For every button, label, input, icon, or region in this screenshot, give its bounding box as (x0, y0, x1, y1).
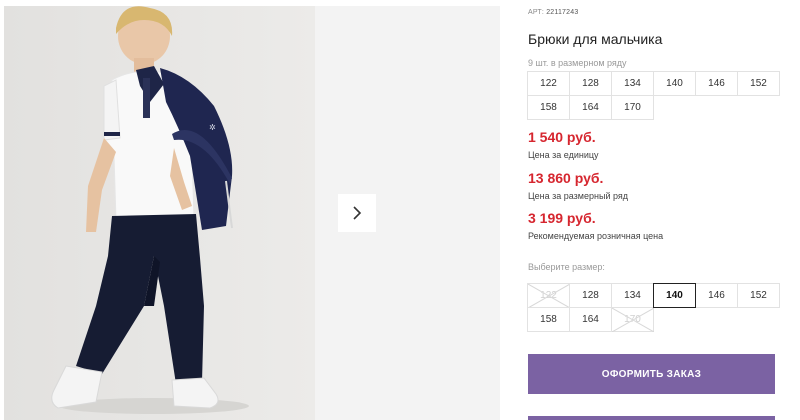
size-option-122: 122 (527, 283, 570, 308)
retail-price-note: Рекомендуемая розничная цена (528, 231, 664, 241)
place-order-button[interactable]: ОФОРМИТЬ ЗАКАЗ (528, 354, 775, 394)
choose-size-label: Выберите размер: (528, 262, 605, 272)
pack-size-cell: 152 (737, 71, 780, 96)
unit-price-note: Цена за единицу (528, 150, 599, 160)
pack-size-cell: 146 (695, 71, 738, 96)
pack-size-cell: 170 (611, 95, 654, 120)
size-option-label: 134 (624, 290, 641, 301)
product-gallery: ✲ (0, 0, 500, 420)
size-option-128[interactable]: 128 (569, 283, 612, 308)
boy-photo-illustration: ✲ (4, 6, 315, 420)
size-option-146[interactable]: 146 (695, 283, 738, 308)
size-option-label: 152 (750, 290, 767, 301)
size-option-label: 128 (582, 290, 599, 301)
pack-size-cell: 128 (569, 71, 612, 96)
size-option-label: 140 (666, 290, 683, 301)
pack-size-cell: 140 (653, 71, 696, 96)
pack-size-cell: 164 (569, 95, 612, 120)
size-option-152[interactable]: 152 (737, 283, 780, 308)
unavailable-cross-icon (528, 284, 570, 308)
pack-size-cell: 158 (527, 95, 570, 120)
size-option-label: 164 (582, 314, 599, 325)
size-option-158[interactable]: 158 (527, 307, 570, 332)
retail-price: 3 199 руб. (528, 210, 596, 226)
sku: АРТ: 22117243 (528, 9, 578, 16)
pack-price: 13 860 руб. (528, 170, 604, 186)
unit-price: 1 540 руб. (528, 129, 596, 145)
next-image-button[interactable] (338, 194, 376, 232)
pack-size-label: 9 шт. в размерном ряду (528, 58, 627, 68)
sku-label: АРТ: (528, 9, 545, 16)
size-select-grid: 122 128 134 140 146 152 158 164 170 (527, 283, 780, 332)
size-option-170: 170 (611, 307, 654, 332)
size-option-label: 158 (540, 314, 557, 325)
product-photo[interactable]: ✲ (4, 6, 315, 420)
size-option-134[interactable]: 134 (611, 283, 654, 308)
svg-text:✲: ✲ (209, 123, 216, 132)
pack-size-cell: 122 (527, 71, 570, 96)
size-option-164[interactable]: 164 (569, 307, 612, 332)
sku-value: 22117243 (546, 9, 579, 16)
pack-size-cell: 134 (611, 71, 654, 96)
chevron-right-icon (353, 206, 362, 220)
pack-price-note: Цена за размерный ряд (528, 191, 629, 201)
pack-size-grid: 122 128 134 140 146 152 158 164 170 (527, 71, 780, 120)
product-title: Брюки для мальчика (528, 31, 663, 47)
size-option-140[interactable]: 140 (653, 283, 696, 308)
secondary-action-button[interactable] (528, 416, 775, 420)
size-option-label: 146 (708, 290, 725, 301)
unavailable-cross-icon (612, 308, 654, 332)
